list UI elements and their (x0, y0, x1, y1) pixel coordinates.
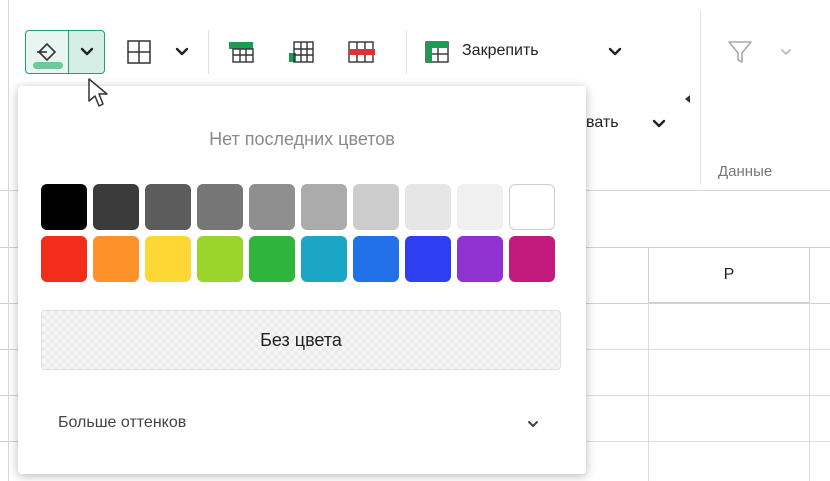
grid-line (648, 303, 649, 481)
freeze-panes-dropdown[interactable] (606, 43, 624, 61)
color-swatch[interactable] (93, 236, 139, 282)
grid-line (0, 349, 18, 350)
freeze-panes-icon (425, 41, 449, 63)
grid-line (586, 441, 830, 442)
color-swatch[interactable] (457, 236, 503, 282)
freeze-panes-button[interactable] (422, 38, 452, 66)
filter-icon (728, 41, 752, 63)
insert-column-icon (289, 41, 314, 63)
color-swatch[interactable] (41, 236, 87, 282)
partially-hidden-command-label[interactable]: вать (586, 114, 619, 132)
insert-column-button[interactable] (286, 38, 316, 66)
grid-line (0, 395, 18, 396)
toolbar-separator (406, 30, 407, 74)
chevron-down-icon (175, 47, 189, 56)
fill-color-popup: Нет последних цветов Без цвета Больше от… (18, 86, 586, 474)
color-swatch[interactable] (145, 236, 191, 282)
delete-row-button[interactable] (346, 38, 376, 66)
color-swatch[interactable] (93, 184, 139, 230)
toolbar-group-separator (700, 10, 701, 185)
color-swatch[interactable] (405, 236, 451, 282)
grid-line (809, 303, 810, 481)
freeze-panes-label[interactable]: Закрепить (462, 42, 539, 60)
grid-line (586, 395, 830, 396)
partial-command-dropdown[interactable] (650, 115, 668, 133)
filter-dropdown[interactable] (778, 44, 794, 60)
grid-line (586, 349, 830, 350)
borders-icon (127, 40, 151, 64)
chevron-down-icon (781, 49, 791, 55)
chevron-down-icon (652, 119, 666, 128)
insert-row-button[interactable] (226, 38, 256, 66)
chevron-down-icon (608, 47, 622, 56)
color-swatch[interactable] (509, 184, 555, 230)
color-swatch[interactable] (145, 184, 191, 230)
insert-row-icon (229, 42, 254, 63)
color-swatch[interactable] (301, 184, 347, 230)
chevron-down-icon (80, 47, 93, 56)
color-swatch[interactable] (197, 184, 243, 230)
grid-line (0, 441, 18, 442)
color-swatch[interactable] (353, 184, 399, 230)
color-swatch[interactable] (405, 184, 451, 230)
fill-color-dropdown-button[interactable] (69, 30, 105, 74)
color-swatch[interactable] (301, 236, 347, 282)
color-swatch[interactable] (41, 184, 87, 230)
color-swatch[interactable] (249, 184, 295, 230)
borders-button[interactable] (125, 38, 153, 66)
mouse-pointer-icon (86, 77, 116, 111)
data-group-label: Данные (718, 163, 773, 180)
recent-colors-empty-label: Нет последних цветов (209, 129, 395, 149)
more-shades-expand-button[interactable] (523, 414, 543, 434)
borders-dropdown-button[interactable] (173, 43, 191, 61)
fill-color-button[interactable] (25, 30, 69, 74)
filter-button[interactable] (724, 36, 756, 68)
toolbar-separator (208, 30, 209, 74)
color-swatch[interactable] (509, 236, 555, 282)
color-swatch[interactable] (457, 184, 503, 230)
paint-bucket-icon (33, 42, 63, 69)
color-swatch[interactable] (197, 236, 243, 282)
no-color-button[interactable]: Без цвета (41, 310, 561, 370)
color-swatch[interactable] (249, 236, 295, 282)
color-swatch[interactable] (353, 236, 399, 282)
small-left-arrow-icon (683, 93, 693, 105)
no-color-label: Без цвета (260, 329, 342, 350)
column-header-p[interactable]: P (648, 247, 810, 303)
chevron-down-icon (528, 421, 538, 427)
delete-row-icon (348, 41, 375, 63)
more-shades-label[interactable]: Больше оттенков (58, 414, 186, 432)
